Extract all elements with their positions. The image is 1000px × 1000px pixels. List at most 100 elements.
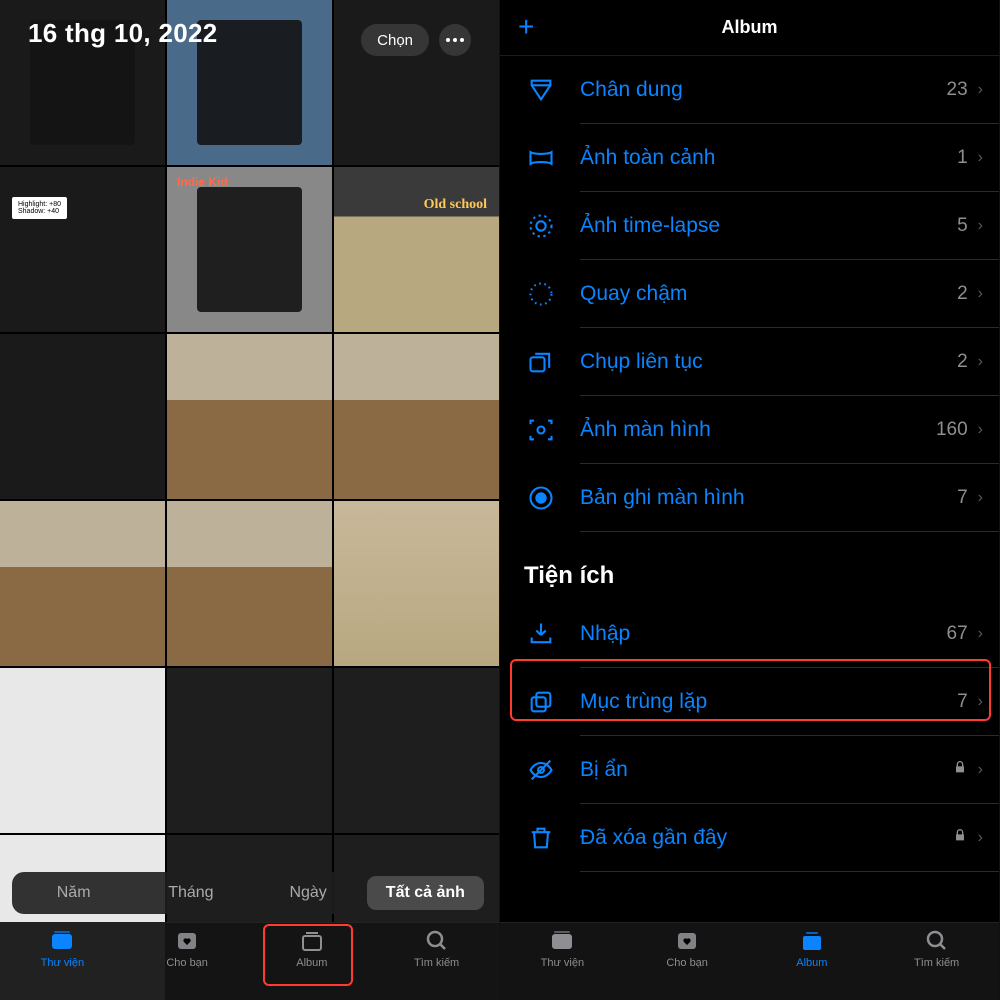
photo-thumb[interactable] [0, 668, 165, 833]
row-import[interactable]: Nhập 67 › [500, 600, 999, 668]
albums-icon [798, 929, 826, 953]
row-slomo[interactable]: Quay chậm 2 › [500, 260, 999, 328]
row-burst[interactable]: Chụp liên tục 2 › [500, 328, 999, 396]
row-count: 2 [957, 351, 968, 373]
photo-thumb[interactable] [334, 334, 499, 499]
tab-album[interactable]: Album [750, 929, 875, 1000]
tab-foryou[interactable]: Cho bạn [125, 929, 250, 1000]
chevron-right-icon: › [978, 421, 983, 439]
timelapse-icon [524, 209, 558, 243]
tab-search[interactable]: Tìm kiếm [874, 929, 999, 1000]
phone-albums: + Album Chân dung 23 › Ảnh toàn cảnh 1 ›… [500, 0, 1000, 1000]
lock-icon [952, 759, 968, 781]
tab-search[interactable]: Tìm kiếm [374, 929, 499, 1000]
slomo-icon [524, 277, 558, 311]
tab-label: Thư viện [41, 957, 84, 969]
tab-label: Album [296, 957, 327, 969]
row-deleted[interactable]: Đã xóa gần đây › [500, 804, 999, 872]
album-list[interactable]: Chân dung 23 › Ảnh toàn cảnh 1 › Ảnh tim… [500, 56, 999, 922]
row-label: Đã xóa gần đây [580, 826, 952, 850]
chevron-right-icon: › [978, 693, 983, 711]
ellipsis-icon [446, 38, 464, 42]
row-count: 7 [957, 487, 968, 509]
row-count: 2 [957, 283, 968, 305]
chevron-right-icon: › [978, 761, 983, 779]
row-timelapse[interactable]: Ảnh time-lapse 5 › [500, 192, 999, 260]
row-count: 23 [947, 79, 968, 101]
tab-label: Thư viện [541, 957, 584, 969]
lock-icon [952, 827, 968, 849]
tab-library[interactable]: Thư viện [0, 929, 125, 1000]
row-label: Ảnh toàn cảnh [580, 146, 957, 170]
library-date-header: 16 thg 10, 2022 [28, 18, 218, 49]
row-label: Bị ẩn [580, 758, 952, 782]
tab-label: Cho bạn [166, 957, 208, 969]
portrait-icon [524, 73, 558, 107]
row-portrait[interactable]: Chân dung 23 › [500, 56, 999, 124]
screenshot-icon [524, 413, 558, 447]
add-album-button[interactable]: + [518, 14, 546, 42]
chevron-right-icon: › [978, 149, 983, 167]
tab-library[interactable]: Thư viện [500, 929, 625, 1000]
tab-label: Tìm kiếm [414, 957, 459, 969]
select-button[interactable]: Chọn [361, 24, 429, 56]
more-button[interactable] [439, 24, 471, 56]
photo-thumb[interactable]: Indie Kid [167, 167, 332, 332]
row-screenshot[interactable]: Ảnh màn hình 160 › [500, 396, 999, 464]
row-label: Mục trùng lặp [580, 690, 957, 714]
seg-day[interactable]: Ngày [250, 876, 367, 910]
heart-icon [673, 929, 701, 953]
photo-thumb[interactable]: Old school [334, 167, 499, 332]
row-label: Ảnh time-lapse [580, 214, 957, 238]
albums-icon [298, 929, 326, 953]
trash-icon [524, 821, 558, 855]
tab-album[interactable]: Album [250, 929, 375, 1000]
tab-foryou[interactable]: Cho bạn [625, 929, 750, 1000]
row-count: 7 [957, 691, 968, 713]
heart-icon [173, 929, 201, 953]
row-label: Bản ghi màn hình [580, 486, 957, 510]
seg-year[interactable]: Năm [15, 876, 132, 910]
import-icon [524, 617, 558, 651]
row-hidden[interactable]: Bị ẩn › [500, 736, 999, 804]
chevron-right-icon: › [978, 829, 983, 847]
photo-thumb[interactable] [167, 501, 332, 666]
row-count: 5 [957, 215, 968, 237]
date-label: 16 thg 10, 2022 [28, 18, 218, 49]
row-label: Ảnh màn hình [580, 418, 936, 442]
row-screenrec[interactable]: Bản ghi màn hình 7 › [500, 464, 999, 532]
library-icon [548, 929, 576, 953]
chevron-right-icon: › [978, 285, 983, 303]
tab-bar: Thư viện Cho bạn Album Tìm kiếm [500, 922, 999, 1000]
photo-thumb[interactable] [0, 501, 165, 666]
seg-month[interactable]: Tháng [132, 876, 249, 910]
photo-thumb[interactable] [334, 668, 499, 833]
section-utilities: Tiện ích [500, 532, 999, 600]
chevron-right-icon: › [978, 489, 983, 507]
burst-icon [524, 345, 558, 379]
library-icon [48, 929, 76, 953]
record-icon [524, 481, 558, 515]
duplicates-icon [524, 685, 558, 719]
chevron-right-icon: › [978, 217, 983, 235]
tab-bar: Thư viện Cho bạn Album Tìm kiếm [0, 922, 499, 1000]
hidden-icon [524, 753, 558, 787]
row-duplicates[interactable]: Mục trùng lặp 7 › [500, 668, 999, 736]
chevron-right-icon: › [978, 625, 983, 643]
row-count: 67 [947, 623, 968, 645]
view-segmented-control: Năm Tháng Ngày Tất cả ảnh [12, 872, 487, 914]
chevron-right-icon: › [978, 353, 983, 371]
panorama-icon [524, 141, 558, 175]
search-icon [923, 929, 951, 953]
photo-thumb[interactable] [167, 668, 332, 833]
row-count: 1 [957, 147, 968, 169]
library-actions: Chọn [361, 24, 471, 56]
photo-thumb[interactable] [0, 334, 165, 499]
row-panorama[interactable]: Ảnh toàn cảnh 1 › [500, 124, 999, 192]
photo-thumb[interactable] [167, 334, 332, 499]
album-title: Album [722, 17, 778, 38]
row-label: Chụp liên tục [580, 350, 957, 374]
photo-thumb[interactable]: Highlight: +80Shadow: +40 [0, 167, 165, 332]
seg-all[interactable]: Tất cả ảnh [367, 876, 484, 910]
photo-thumb[interactable] [334, 501, 499, 666]
